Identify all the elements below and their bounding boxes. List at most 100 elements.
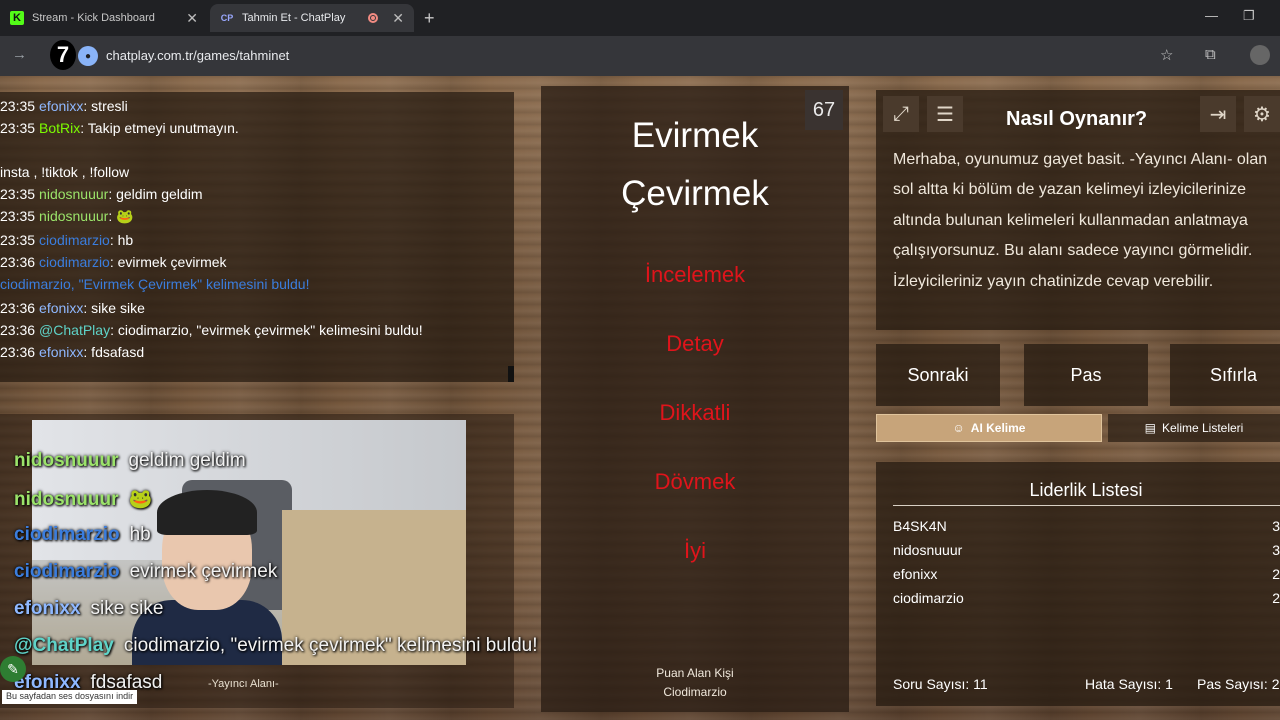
streamer-area-label: -Yayıncı Alanı- (208, 678, 279, 690)
url-field[interactable]: chatplay.com.tr/games/tahminet (106, 48, 289, 63)
chat-username[interactable]: ciodimarzio (39, 254, 110, 270)
chat-text: : hb (109, 232, 134, 248)
player-score: 2 (1272, 566, 1280, 582)
fullscreen-icon[interactable]: ⤢ (883, 96, 919, 132)
taboo-word: Detay (666, 331, 724, 356)
taboo-word: Dövmek (654, 469, 736, 494)
overlay-chat-message: nidosnuuur geldim geldim (14, 450, 246, 472)
chat-message: 23:36 ciodimarzio: evirmek çevirmek (0, 254, 227, 270)
chat-username[interactable]: efonixx (39, 344, 83, 360)
how-to-play-title: Nasıl Oynanır? (1006, 108, 1148, 130)
star-icon[interactable]: ☆ (1160, 46, 1173, 64)
robot-icon: ☺ (952, 421, 965, 435)
player-name: B4SK4N (893, 518, 947, 534)
chat-text: : sike sike (83, 300, 145, 316)
chat-message: 23:35 ciodimarzio: hb (0, 232, 133, 248)
chat-text: : fdsafasd (83, 344, 145, 360)
chat-timestamp: 23:35 (0, 232, 36, 248)
next-button[interactable]: Sonraki (876, 344, 1000, 406)
chat-timestamp: 23:35 (0, 120, 36, 136)
chat-username[interactable]: efonixx (39, 300, 83, 316)
leaderboard-row: efonixx 2 (893, 566, 1280, 582)
chat-username[interactable]: BotRix (39, 120, 80, 136)
overlay-username: ciodimarzio (14, 524, 120, 545)
recording-icon (368, 13, 379, 23)
chat-username[interactable]: @ChatPlay (39, 322, 110, 338)
overlay-username: @ChatPlay (14, 635, 114, 656)
player-name: ciodimarzio (893, 590, 964, 606)
chat-text: : geldim geldim (108, 186, 203, 202)
word-lists-label: Kelime Listeleri (1161, 421, 1244, 435)
overlay-text: sike sike (90, 598, 164, 619)
scorer-name: Ciodimarzio (663, 685, 727, 699)
forward-icon[interactable]: → (12, 46, 27, 63)
tab-kick-dashboard[interactable]: K Stream - Kick Dashboard ✕ (0, 4, 208, 32)
overlay-chat-message: nidosnuuur 🐸 (14, 487, 152, 511)
overlay-chat-message: efonixx sike sike (14, 598, 163, 620)
overlay-text: geldim geldim (128, 450, 246, 471)
minimize-icon[interactable]: — (1205, 8, 1218, 23)
chat-username[interactable]: ciodimarzio (39, 232, 110, 248)
tab-chatplay[interactable]: CP Tahmin Et - ChatPlay ✕ (210, 4, 414, 32)
close-tab-icon[interactable]: ✕ (186, 10, 198, 27)
pencil-icon[interactable]: ✎ (0, 656, 26, 682)
sound-download-link[interactable]: Bu sayfadan ses dosyasını indir (2, 690, 138, 704)
extensions-icon[interactable]: ⧉ (1205, 46, 1216, 63)
chat-timestamp: 23:35 (0, 186, 36, 202)
chat-username[interactable]: efonixx (39, 98, 83, 114)
how-to-play-text: Merhaba, oyunumuz gayet basit. -Yayıncı … (893, 151, 1268, 290)
chat-message: insta , !tiktok , !follow (0, 164, 129, 180)
leaderboard-row: ciodimarzio 2 (893, 590, 1280, 606)
chat-username[interactable]: nidosnuuur (39, 208, 108, 224)
reset-button[interactable]: Sıfırla (1170, 344, 1280, 406)
chat-timestamp: 23:36 (0, 300, 36, 316)
overlay-text: ciodimarzio, "evirmek çevirmek" kelimesi… (123, 635, 538, 656)
word-lists-button[interactable]: ▤ Kelime Listeleri (1108, 414, 1280, 442)
player-name: efonixx (893, 566, 938, 582)
overlay-chat-message: @ChatPlay ciodimarzio, "evirmek çevirmek"… (14, 635, 538, 657)
chatplay-icon: CP (220, 13, 234, 23)
new-tab-button[interactable]: + (424, 8, 435, 29)
overlay-chat-message: ciodimarzio evirmek çevirmek (14, 561, 277, 583)
chat-scrollbar[interactable] (508, 366, 514, 382)
chat-message: 23:35 efonixx: stresli (0, 98, 128, 114)
target-word-line1: Evirmek (631, 116, 759, 155)
chat-message: ciodimarzio, "Evirmek Çevirmek" kelimesi… (0, 276, 309, 292)
chat-text: : evirmek çevirmek (109, 254, 227, 270)
overlay-text: evirmek çevirmek (129, 561, 278, 582)
restore-icon[interactable]: ❐ (1243, 8, 1255, 24)
overlay-username: efonixx (14, 598, 81, 619)
overlay-username: ciodimarzio (14, 561, 120, 582)
chat-message: 23:36 efonixx: sike sike (0, 300, 145, 316)
exit-icon[interactable]: ⇥ (1200, 96, 1236, 132)
chat-timestamp: 23:36 (0, 322, 36, 338)
ai-word-label: AI Kelime (970, 421, 1026, 435)
chat-text: : 🐸 (108, 208, 134, 224)
close-tab-icon[interactable]: ✕ (392, 10, 404, 27)
gear-icon[interactable]: ⚙ (1244, 96, 1280, 132)
player-score: 3 (1272, 518, 1280, 534)
chat-message: 23:35 BotRix: Takip etmeyi unutmayın. (0, 120, 239, 136)
tab-strip: K Stream - Kick Dashboard ✕ CP Tahmin Et… (0, 0, 1280, 36)
tab-label: Tahmin Et - ChatPlay (242, 12, 346, 24)
chat-message: 23:35 nidosnuuur: geldim geldim (0, 186, 202, 202)
player-score: 3 (1272, 542, 1280, 558)
pass-button[interactable]: Pas (1024, 344, 1148, 406)
taboo-word: Dikkatli (659, 400, 731, 425)
kick-icon: K (10, 11, 24, 25)
ai-word-button[interactable]: ☺ AI Kelime (876, 414, 1102, 442)
chat-timestamp: 23:35 (0, 98, 36, 114)
notes-icon[interactable]: ☰ (927, 96, 963, 132)
chat-timestamp: 23:36 (0, 254, 36, 270)
player-name: nidosnuuur (893, 542, 963, 558)
step-number-badge: 7 (50, 40, 76, 70)
pass-count: Pas Sayısı: 2 (1197, 676, 1280, 692)
chat-text: ciodimarzio, "Evirmek Çevirmek" kelimesi… (0, 276, 310, 292)
avatar[interactable] (1250, 45, 1270, 65)
clipboard-icon: ▤ (1144, 421, 1156, 435)
chat-username[interactable]: nidosnuuur (39, 186, 108, 202)
chat-timestamp: 23:36 (0, 344, 36, 360)
chat-timestamp: 23:35 (0, 208, 36, 224)
mic-icon[interactable]: ● (78, 46, 98, 66)
taboo-word: İyi (684, 538, 706, 563)
